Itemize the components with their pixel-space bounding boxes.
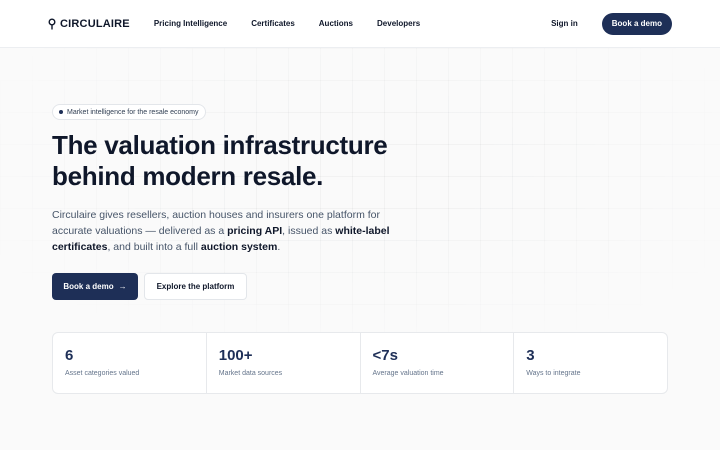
stat-label: Market data sources (218, 370, 283, 377)
stat-value: 6 (65, 347, 74, 364)
stat-card: <7s Average valuation time (361, 333, 515, 393)
brand-logo[interactable]: CIRCULAIRE (48, 18, 130, 30)
stat-label: Ways to integrate (526, 370, 581, 377)
nav-links: Pricing Intelligence Certificates Auctio… (154, 19, 420, 28)
hero-book-demo-button[interactable]: Book a demo → (52, 273, 138, 300)
nav-book-demo-button[interactable]: Book a demo (601, 12, 672, 35)
badge-dot-icon (59, 110, 63, 114)
stat-card: 6 Asset categories valued (53, 333, 207, 393)
headline-line-1: The valuation infrastructure (52, 130, 388, 160)
nav-link-certificates[interactable]: Certificates (251, 19, 295, 28)
lead-text-4: . (277, 241, 281, 253)
hero-tagline-badge: Market intelligence for the resale econo… (52, 104, 206, 120)
stat-value: 100+ (218, 347, 253, 364)
stats-panel: 6 Asset categories valued 100+ Market da… (52, 332, 668, 394)
nav-link-pricing-intelligence[interactable]: Pricing Intelligence (154, 19, 227, 28)
stat-label: Average valuation time (372, 370, 444, 377)
lead-bold-auction-system: auction system (200, 241, 278, 253)
brand-name: CIRCULAIRE (60, 17, 130, 30)
lead-text-3: , and built into a full (107, 241, 201, 253)
nav-link-developers[interactable]: Developers (377, 19, 420, 28)
stat-card: 100+ Market data sources (207, 333, 361, 393)
sign-in-link[interactable]: Sign in (551, 19, 578, 28)
lead-text-2: , issued as (282, 225, 336, 237)
arrow-right-icon: → (118, 282, 127, 291)
hero-description: Circulaire gives resellers, auction hous… (52, 207, 392, 255)
pin-icon (48, 18, 56, 29)
top-nav: CIRCULAIRE Pricing Intelligence Certific… (0, 0, 720, 48)
hero-headline: The valuation infrastructure behind mode… (52, 130, 452, 192)
stat-value: 3 (526, 347, 535, 364)
lead-bold-pricing-api: pricing API (227, 225, 283, 237)
nav-link-auctions[interactable]: Auctions (319, 19, 353, 28)
hero-book-demo-label: Book a demo (63, 282, 114, 291)
stat-label: Asset categories valued (65, 370, 140, 377)
explore-platform-button[interactable]: Explore the platform (144, 273, 247, 300)
headline-line-2: behind modern resale. (52, 161, 324, 191)
badge-text: Market intelligence for the resale econo… (67, 108, 199, 116)
stat-card: 3 Ways to integrate (514, 333, 667, 393)
stat-value: <7s (372, 347, 398, 364)
